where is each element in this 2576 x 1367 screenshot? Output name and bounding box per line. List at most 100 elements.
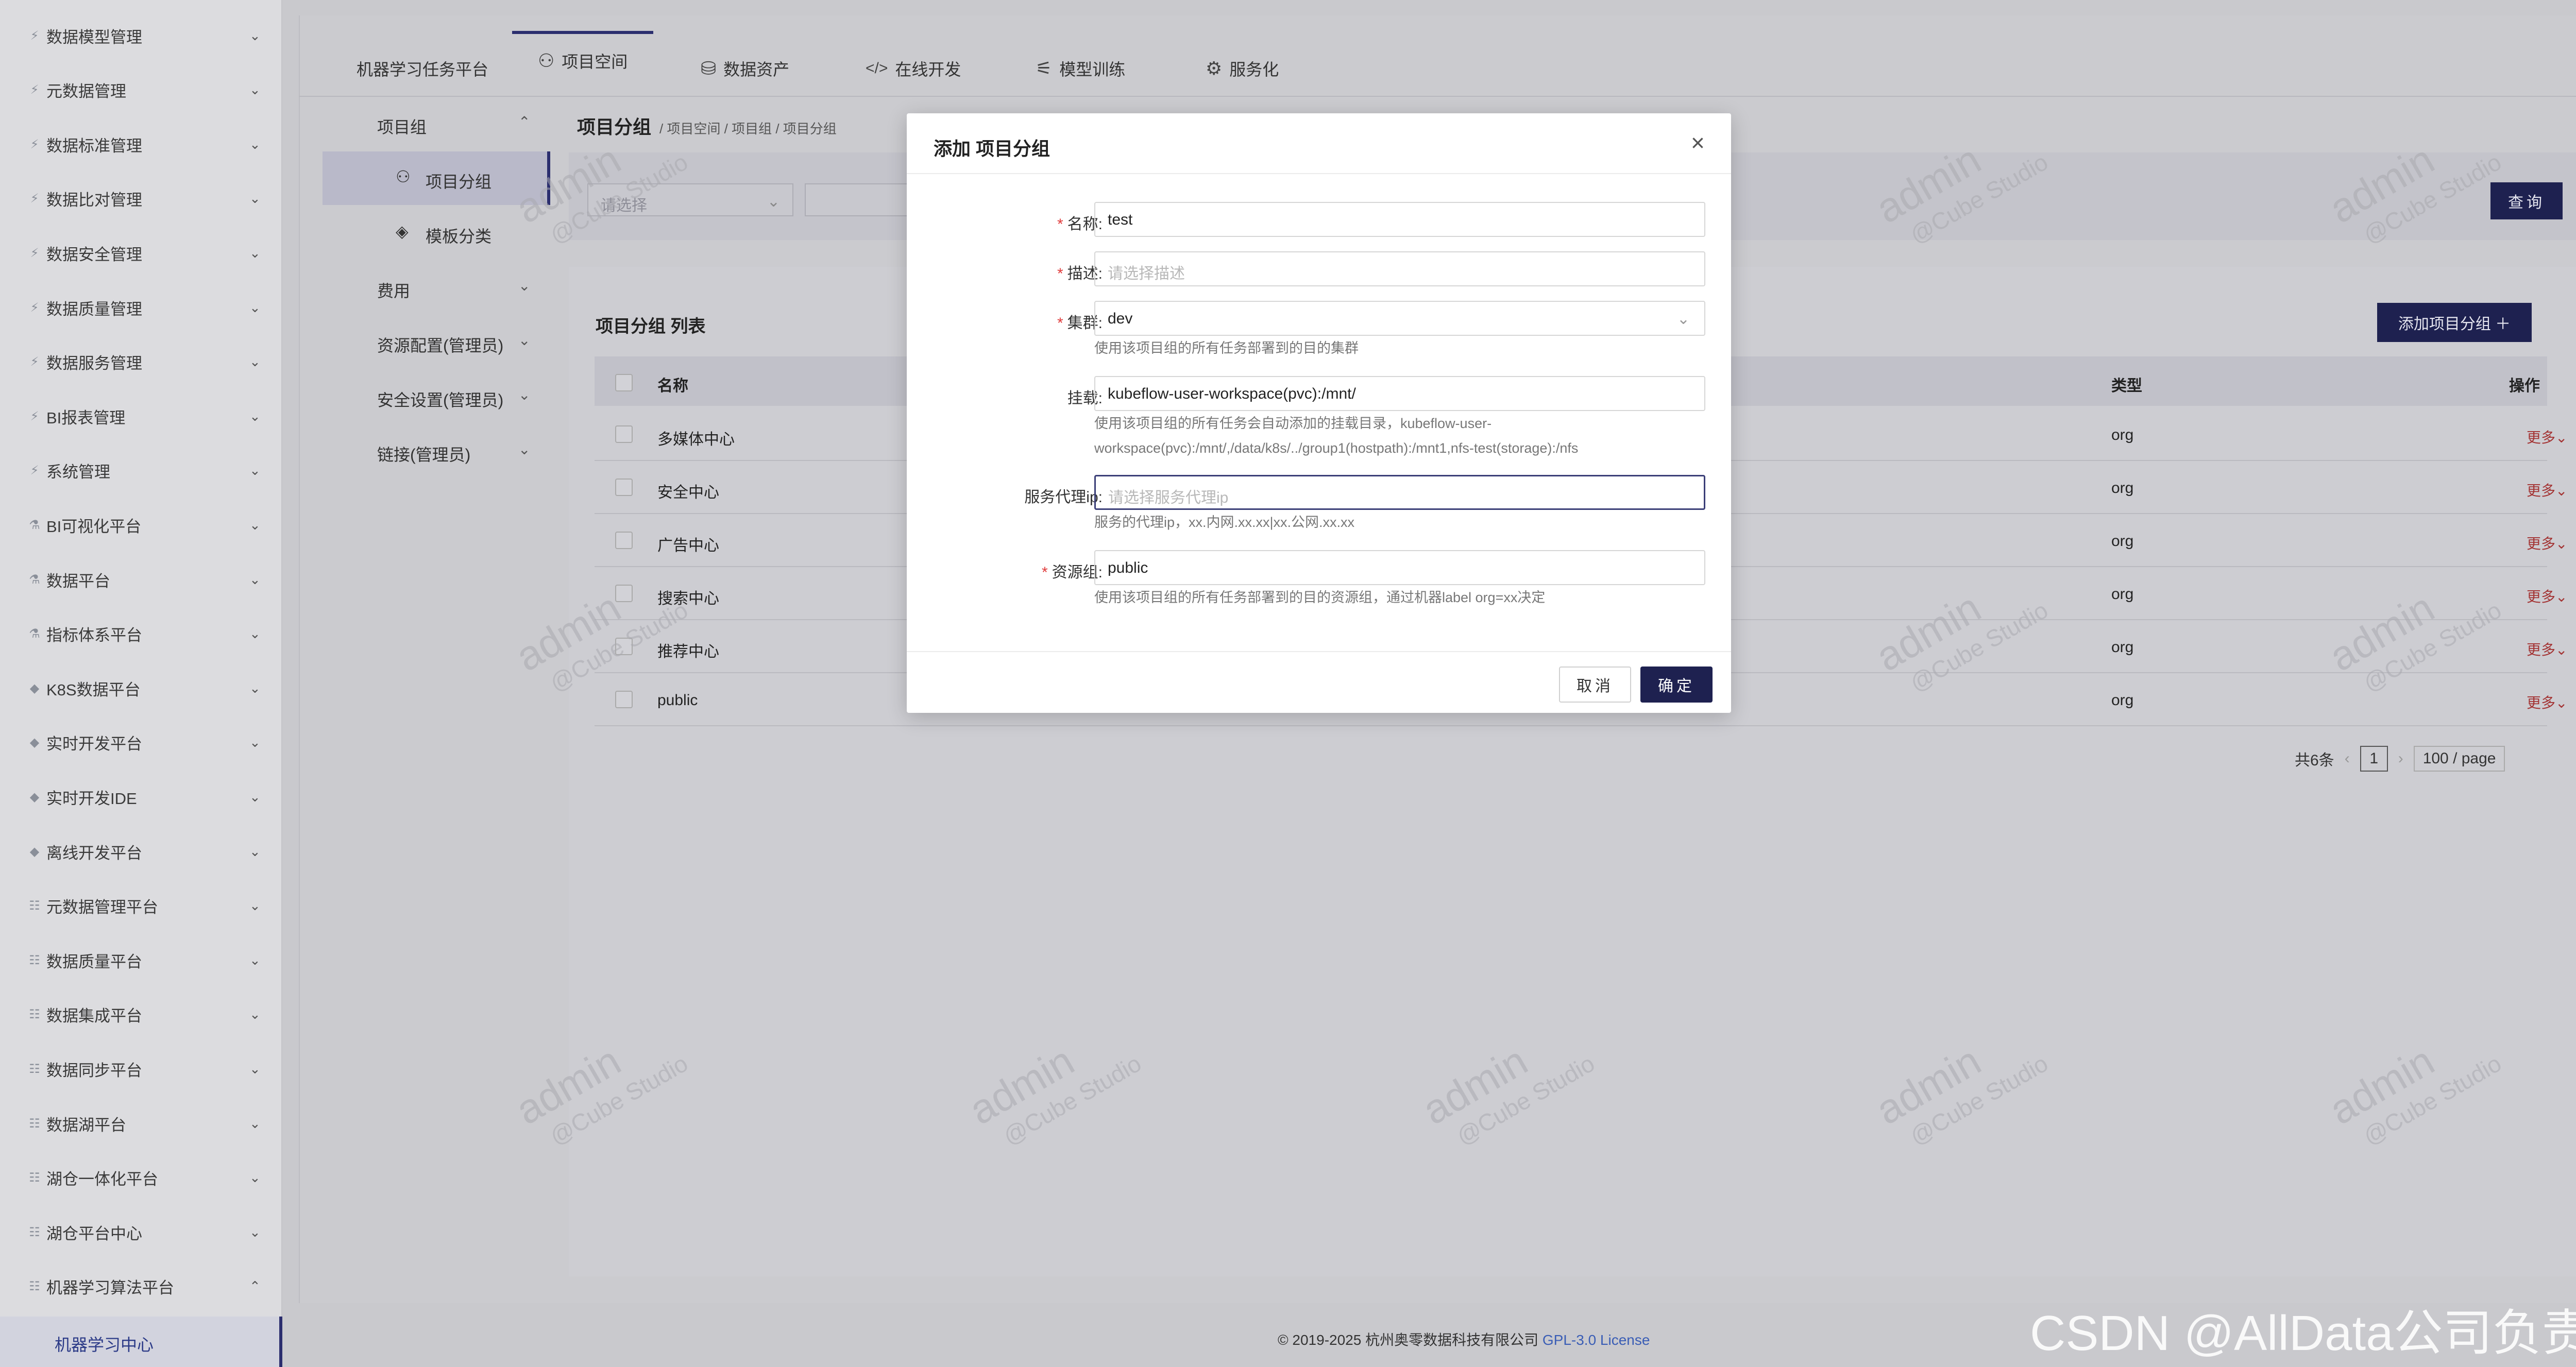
row-more-link[interactable]: 更多⌄ — [2527, 426, 2567, 447]
row-more-link[interactable]: 更多⌄ — [2527, 692, 2567, 712]
row-checkbox[interactable] — [615, 638, 633, 655]
sidebar-item[interactable]: ⚡ 数据安全管理 ⌄ — [0, 226, 282, 280]
subnav-item-label: 项目分组 — [426, 173, 492, 191]
sidebar-item[interactable]: ⚗ 指标体系平台 ⌄ — [0, 607, 282, 661]
license-link[interactable]: GPL-3.0 License — [1543, 1332, 1650, 1348]
menu-icon: ⚡ — [30, 192, 39, 206]
sidebar-item[interactable]: ☷ 机器学习算法平台 ⌃ — [0, 1259, 282, 1314]
row-checkbox[interactable] — [615, 479, 633, 496]
layers-icon: ◈ — [396, 222, 409, 241]
desc-input[interactable]: 请选择描述 — [1094, 251, 1705, 286]
sidebar-item-label: K8S数据平台 — [46, 680, 141, 699]
chevron-up-icon: ⌃ — [518, 114, 531, 130]
sidebar-item[interactable]: ☷ 湖仓一体化平台 ⌄ — [0, 1151, 282, 1205]
sidebar-item-ml-center[interactable]: 机器学习中心 — [0, 1317, 282, 1367]
sidebar-item[interactable]: ⚡ 数据标准管理 ⌄ — [0, 117, 282, 172]
sidebar-item[interactable]: ◆ 离线开发平台 ⌄ — [0, 824, 282, 879]
add-group-modal: 添加 项目分组 × * 名称: test * 描述: 请选择描述 * 集群: dev … — [907, 113, 1731, 713]
chevron-down-icon: ⌄ — [249, 354, 261, 370]
sidebar-item[interactable]: ⚡ 数据比对管理 ⌄ — [0, 172, 282, 226]
subnav-group-project[interactable]: 项目组 ⌃ — [323, 97, 550, 150]
subnav-item-template[interactable]: ◈ 模板分类 — [323, 206, 550, 260]
sidebar-item[interactable]: ⚡ 数据模型管理 ⌄ — [0, 8, 282, 63]
menu-icon: ⚡ — [30, 28, 39, 43]
chevron-down-icon: ⌄ — [249, 191, 261, 207]
sidebar-item-label: 系统管理 — [46, 463, 110, 482]
row-more-link[interactable]: 更多⌄ — [2527, 480, 2567, 500]
sidebar-item-label: 数据质量平台 — [46, 952, 142, 971]
menu-icon: ◆ — [29, 844, 40, 859]
sidebar-item-label: 离线开发平台 — [46, 844, 142, 862]
proxy-input[interactable]: 请选择服务代理ip — [1094, 475, 1705, 510]
row-type: org — [2111, 692, 2134, 709]
row-checkbox[interactable] — [615, 691, 633, 708]
row-checkbox[interactable] — [615, 532, 633, 549]
sidebar-item[interactable]: ⚡ 数据服务管理 ⌄ — [0, 335, 282, 389]
sidebar-item[interactable]: ⚗ 数据平台 ⌄ — [0, 552, 282, 607]
subnav-item-links[interactable]: 链接(管理员) ⌄ — [323, 424, 550, 478]
sidebar-item[interactable]: ☷ 数据同步平台 ⌄ — [0, 1041, 282, 1096]
chevron-down-icon: ⌄ — [249, 789, 261, 805]
sidebar-item[interactable]: ◆ 实时开发平台 ⌄ — [0, 715, 282, 770]
chevron-down-icon: ⌄ — [249, 734, 261, 750]
tab-ml-task-platform[interactable]: 机器学习任务平台 — [357, 50, 488, 87]
sidebar-item[interactable]: ☷ 数据集成平台 ⌄ — [0, 987, 282, 1042]
row-name: public — [657, 692, 698, 709]
chevron-down-icon: ⌄ — [249, 952, 261, 968]
add-project-group-button[interactable]: 添加项目分组 ＋ — [2377, 303, 2532, 342]
sidebar-item[interactable]: ◆ 实时开发IDE ⌄ — [0, 770, 282, 824]
subnav-item-security[interactable]: 安全设置(管理员) ⌄ — [323, 370, 550, 423]
sidebar-item[interactable]: ⚗ BI可视化平台 ⌄ — [0, 498, 282, 552]
close-icon[interactable]: × — [1691, 129, 1705, 157]
menu-icon: ◆ — [29, 736, 40, 750]
name-input[interactable]: test — [1094, 202, 1705, 237]
row-checkbox[interactable] — [615, 425, 633, 443]
next-page-icon[interactable]: › — [2398, 750, 2403, 767]
sidebar-item[interactable]: ⚡ 元数据管理 ⌄ — [0, 63, 282, 117]
mount-input[interactable]: kubeflow-user-workspace(pvc):/mnt/ — [1094, 376, 1705, 411]
footer: © 2019-2025 杭州奥零数据科技有限公司 GPL-3.0 License — [1278, 1329, 1650, 1349]
tab-serving[interactable]: ⚙ 服务化 — [1206, 50, 1279, 87]
query-button[interactable]: 查询 — [2490, 182, 2563, 219]
sidebar-sub-label: 机器学习中心 — [55, 1336, 154, 1354]
row-more-link[interactable]: 更多⌄ — [2527, 639, 2567, 659]
subnav-item-label: 费用 — [377, 282, 411, 300]
resource-input[interactable]: public — [1094, 550, 1705, 585]
sidebar-item[interactable]: ☷ 湖仓平台中心 ⌄ — [0, 1205, 282, 1259]
filter-select[interactable]: 请选择 ⌄ — [587, 183, 793, 216]
row-more-link[interactable]: 更多⌄ — [2527, 586, 2567, 606]
cluster-select[interactable]: dev ⌄ — [1094, 301, 1705, 336]
sidebar-item[interactable]: ⚡ BI报表管理 ⌄ — [0, 389, 282, 443]
chevron-down-icon: ⌄ — [518, 332, 531, 348]
subnav-item-project-group[interactable]: ⚇ 项目分组 — [323, 151, 550, 205]
menu-icon: ☷ — [29, 1279, 40, 1294]
sidebar-item[interactable]: ⚡ 系统管理 ⌄ — [0, 443, 282, 498]
select-all-checkbox[interactable] — [615, 374, 633, 391]
row-type: org — [2111, 586, 2134, 603]
cancel-button[interactable]: 取消 — [1559, 667, 1631, 703]
page-size-select[interactable]: 100 / page — [2413, 746, 2505, 772]
sidebar-item[interactable]: ◆ K8S数据平台 ⌄ — [0, 661, 282, 715]
subnav-item-cost[interactable]: 费用 ⌄ — [323, 261, 550, 314]
sidebar-item-label: 数据平台 — [46, 572, 110, 590]
sidebar-item[interactable]: ⚡ 数据质量管理 ⌄ — [0, 280, 282, 335]
confirm-button[interactable]: 确定 — [1640, 667, 1713, 703]
prev-page-icon[interactable]: ‹ — [2345, 750, 2350, 767]
tab-online-dev[interactable]: </> 在线开发 — [866, 50, 961, 87]
subnav-item-resource[interactable]: 资源配置(管理员) ⌄ — [323, 315, 550, 369]
tab-model-training[interactable]: ⚟ 模型训练 — [1036, 50, 1125, 87]
chevron-down-icon: ⌄ — [249, 27, 261, 43]
row-checkbox[interactable] — [615, 585, 633, 602]
tab-data-assets[interactable]: ⛁ 数据资产 — [701, 50, 789, 87]
row-more-link[interactable]: 更多⌄ — [2527, 533, 2567, 553]
page-number[interactable]: 1 — [2360, 746, 2388, 772]
training-icon: ⚟ — [1036, 58, 1053, 79]
sidebar-item[interactable]: ☷ 元数据管理平台 ⌄ — [0, 879, 282, 933]
sidebar-item-label: 机器学习算法平台 — [46, 1279, 174, 1297]
chevron-down-icon: ⌄ — [518, 387, 531, 403]
sidebar-item[interactable]: ☷ 数据质量平台 ⌄ — [0, 933, 282, 987]
sidebar-item[interactable]: ☷ 数据湖平台 ⌄ — [0, 1096, 282, 1151]
tab-project-space[interactable]: ⚇ 项目空间 — [512, 31, 654, 88]
menu-icon: ◆ — [29, 681, 40, 695]
chevron-down-icon: ⌄ — [249, 299, 261, 315]
